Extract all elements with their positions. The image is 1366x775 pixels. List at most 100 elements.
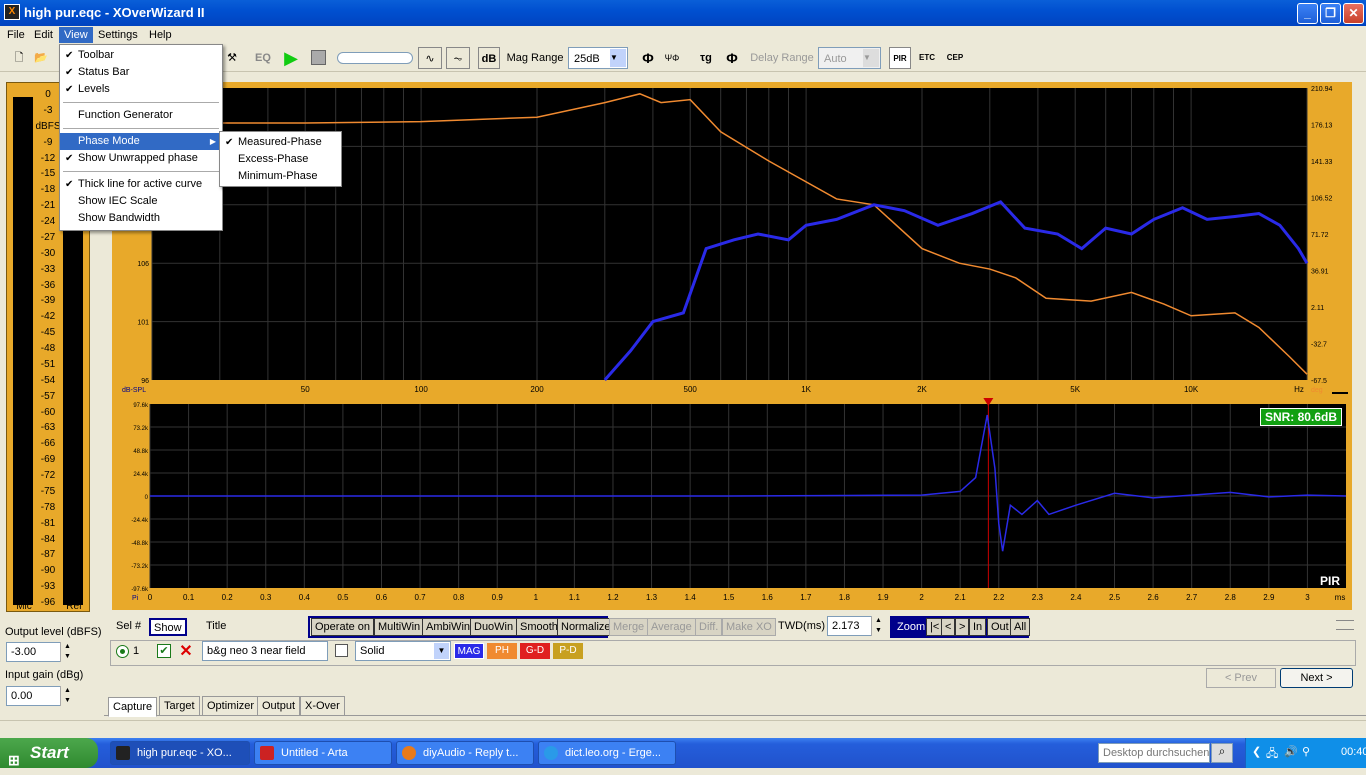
menu-item-bandwidth[interactable]: Show Bandwidth xyxy=(60,210,222,227)
prev-button[interactable]: < Prev xyxy=(1206,668,1276,688)
menu-item-thick-line[interactable]: ✔ Thick line for active curve xyxy=(60,176,222,193)
gd-chip[interactable]: G-D xyxy=(520,643,550,659)
ie-icon xyxy=(544,746,558,760)
output-level-stepper[interactable]: ▲ ▼ xyxy=(60,642,74,662)
delay-range-select[interactable]: Auto ▼ xyxy=(818,47,881,69)
average-button[interactable]: Average xyxy=(647,618,696,636)
menu-item-minimum-phase[interactable]: Minimum-Phase xyxy=(220,168,341,185)
zoom-all-button[interactable]: All xyxy=(1010,618,1031,636)
tab-xover[interactable]: X-Over xyxy=(300,696,345,716)
next-button[interactable]: Next > xyxy=(1280,668,1353,688)
grip-icon[interactable] xyxy=(1336,620,1354,630)
tab-output[interactable]: Output xyxy=(257,696,301,716)
menu-item-measured-phase[interactable]: ✔ Measured-Phase xyxy=(220,134,341,151)
minimize-button[interactable]: _ xyxy=(1297,3,1318,24)
stop-icon[interactable] xyxy=(308,47,328,69)
impulse-icon[interactable]: ⏦ xyxy=(446,47,470,69)
desktop-search-input[interactable]: Desktop durchsuchen xyxy=(1098,743,1210,763)
open-folder-icon[interactable]: 📂 xyxy=(32,47,50,69)
new-file-icon[interactable]: 🗋 xyxy=(10,47,28,69)
level-tick: -81 xyxy=(40,517,56,529)
task-arta[interactable]: Untitled - Arta xyxy=(254,741,392,765)
frequency-plot[interactable]: 50 100 200 500 1K 2K 5K 10K Hz dB-SPL deg 106 101 96 2… xyxy=(112,82,1352,398)
chevron-down-icon[interactable]: ▼ xyxy=(610,49,626,67)
duowin-button[interactable]: DuoWin xyxy=(470,618,518,636)
twd-stepper[interactable]: ▲ ▼ xyxy=(871,616,885,636)
curve-visible-checkbox[interactable]: ✔ xyxy=(157,644,171,658)
impulse-plot[interactable]: 0 0.1 0.2 0.3 0.4 0.5 0.6 0.7 0.8 0.9 1 1.1 1.2 1.3 1.… xyxy=(112,398,1352,610)
mag-chip[interactable]: MAG xyxy=(454,643,484,659)
pir-button[interactable]: PIR xyxy=(889,47,911,69)
db-toggle[interactable]: dB xyxy=(478,47,500,69)
play-icon[interactable]: ▶ xyxy=(281,47,301,69)
zoom-in-button[interactable]: In xyxy=(969,618,987,636)
menu-item-toolbar[interactable]: ✔ Toolbar xyxy=(60,47,222,64)
eq-button[interactable]: EQ xyxy=(252,47,274,69)
level-tick: -33 xyxy=(40,263,56,275)
input-gain-stepper[interactable]: ▲ ▼ xyxy=(60,686,74,706)
multiwin-button[interactable]: MultiWin xyxy=(374,618,425,636)
menu-item-iec-scale[interactable]: Show IEC Scale xyxy=(60,193,222,210)
menu-item-levels[interactable]: ✔ Levels xyxy=(60,81,222,98)
smooth-button[interactable]: Smooth xyxy=(516,618,562,636)
pd-chip[interactable]: P-D xyxy=(553,643,583,659)
wrap-phase-icon[interactable]: ΨΦ xyxy=(662,47,682,69)
close-button[interactable]: ✕ xyxy=(1343,3,1364,24)
x-tick-label: 2.9 xyxy=(1263,593,1275,602)
diff-button[interactable]: Diff. xyxy=(695,618,723,636)
tray-expand-icon[interactable]: ❮ xyxy=(1252,745,1261,758)
menu-item-unwrapped-phase[interactable]: ✔ Show Unwrapped phase xyxy=(60,150,222,167)
etc-button[interactable]: ETC xyxy=(915,47,939,69)
magnitude-curve-icon[interactable]: ∿ xyxy=(418,47,442,69)
search-icon[interactable]: ⌕ xyxy=(1211,743,1233,763)
impulse-response-graph[interactable]: 0 0.1 0.2 0.3 0.4 0.5 0.6 0.7 0.8 0.9 1 1.1 1.2 1.3 1.… xyxy=(112,398,1352,610)
menu-edit[interactable]: Edit xyxy=(29,27,58,43)
curve-title-input[interactable]: b&g neo 3 near field xyxy=(202,641,328,661)
group-delay-icon[interactable]: τg xyxy=(696,47,716,69)
normalize-button[interactable]: Normalize xyxy=(557,618,615,636)
curve-option-checkbox[interactable] xyxy=(335,644,348,657)
phase-tick-label: 36.91 xyxy=(1311,269,1329,276)
menu-file[interactable]: File xyxy=(2,27,30,43)
volume-icon[interactable]: 🔊 xyxy=(1284,745,1298,758)
menu-help[interactable]: Help xyxy=(144,27,177,43)
merge-button[interactable]: Merge xyxy=(609,618,649,636)
maximize-button[interactable]: ❐ xyxy=(1320,3,1341,24)
curve-select-radio[interactable] xyxy=(116,645,129,658)
menu-item-phase-mode[interactable]: Phase Mode ▶ xyxy=(60,133,222,150)
chevron-down-icon[interactable]: ▼ xyxy=(863,49,879,67)
tab-optimizer[interactable]: Optimizer xyxy=(202,696,260,716)
network-icon[interactable]: 🖧 xyxy=(1266,745,1278,764)
x-tick-label: 200 xyxy=(530,385,544,394)
task-ie[interactable]: dict.leo.org - Erge... xyxy=(538,741,676,765)
chevron-down-icon[interactable]: ▼ xyxy=(434,643,449,659)
delete-curve-icon[interactable]: ✕ xyxy=(177,643,195,661)
menu-item-function-generator[interactable]: Function Generator xyxy=(60,107,222,124)
phase-delay-icon[interactable]: Φ xyxy=(722,47,742,69)
app-icon[interactable]: X xyxy=(4,4,20,20)
zoom-right-button[interactable]: > xyxy=(955,618,970,636)
task-firefox[interactable]: diyAudio - Reply t... xyxy=(396,741,534,765)
cep-button[interactable]: CEP xyxy=(943,47,967,69)
operate-on-button[interactable]: Operate on xyxy=(311,618,375,636)
menu-item-status-bar[interactable]: ✔ Status Bar xyxy=(60,64,222,81)
phase-icon[interactable]: Φ xyxy=(638,47,658,69)
ph-chip[interactable]: PH xyxy=(487,643,517,659)
ambiwin-button[interactable]: AmbiWin xyxy=(422,618,475,636)
show-button[interactable]: Show xyxy=(149,618,187,636)
line-style-select[interactable]: Solid ▼ xyxy=(355,641,451,661)
menu-settings[interactable]: Settings xyxy=(93,27,143,43)
frequency-response-graph[interactable]: 50 100 200 500 1K 2K 5K 10K Hz dB-SPL deg 106 101 96 2… xyxy=(112,82,1352,398)
menu-item-excess-phase[interactable]: Excess-Phase xyxy=(220,151,341,168)
task-xoverwizard[interactable]: high pur.eqc - XO... xyxy=(110,741,250,765)
start-button[interactable]: ⊞ Start xyxy=(0,738,98,768)
tab-target[interactable]: Target xyxy=(159,696,200,716)
zoom-out-button[interactable]: Out xyxy=(987,618,1013,636)
wrench-icon[interactable]: ⚒ xyxy=(224,47,240,69)
mag-range-select[interactable]: 25dB ▼ xyxy=(568,47,628,69)
make-xo-button[interactable]: Make XO xyxy=(722,618,776,636)
tab-capture[interactable]: Capture xyxy=(108,697,158,717)
zoom-left-button[interactable]: < xyxy=(941,618,956,636)
menu-view[interactable]: View xyxy=(59,27,93,43)
search-tray-icon[interactable]: ⚲ xyxy=(1302,745,1310,758)
